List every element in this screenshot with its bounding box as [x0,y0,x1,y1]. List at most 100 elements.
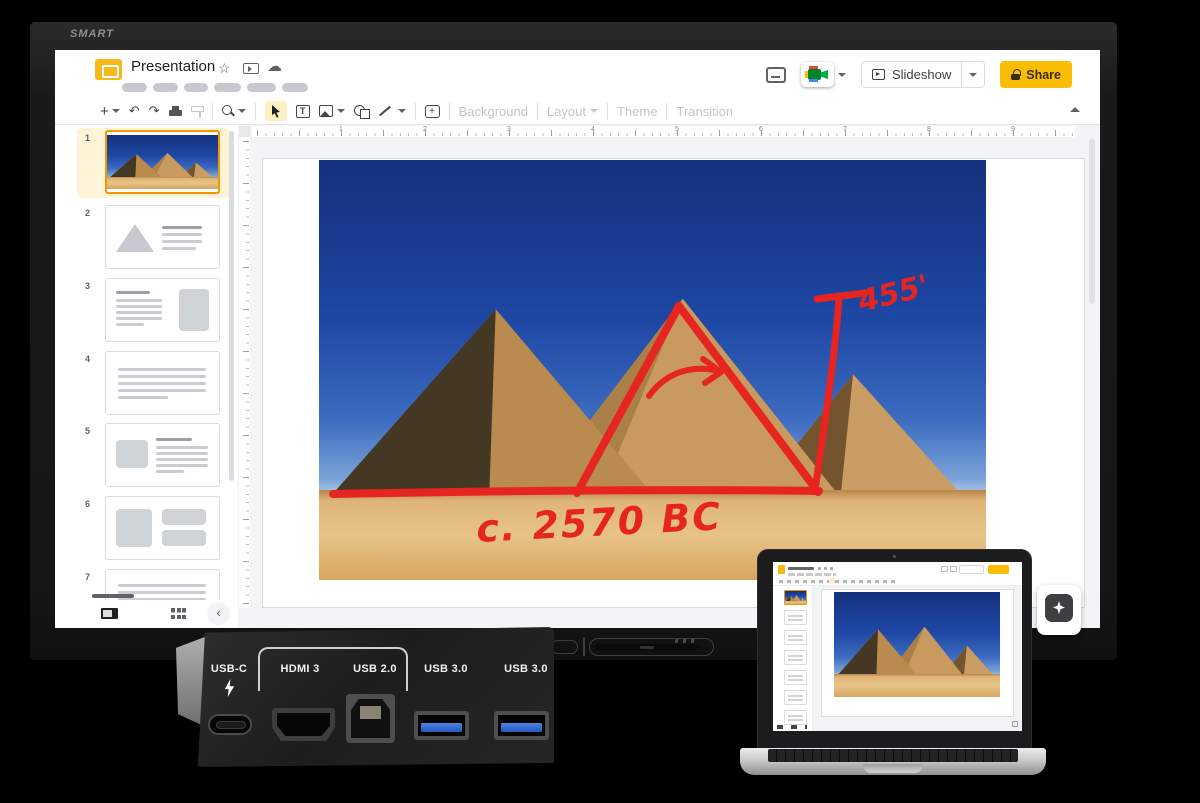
smart-ink-widget-button[interactable] [1045,594,1073,622]
menu-pill[interactable] [153,83,178,92]
menu-pill[interactable] [122,83,147,92]
google-slides-icon[interactable] [95,59,122,80]
zoom-button[interactable] [222,105,246,117]
slide-thumbnail-6[interactable]: 6 [77,494,231,564]
hdmi-port [272,708,335,741]
mini-menu-bar [788,573,836,576]
star-icon[interactable]: ☆ [218,60,231,76]
mini-toolbar [773,577,1022,586]
thumbnail-preview[interactable] [105,423,220,487]
hide-menus-button[interactable] [1070,107,1080,112]
filmstrip-scrollbar[interactable] [229,131,234,481]
ink-caption: c. 2570 BC [475,494,723,551]
slideshow-button[interactable]: Slideshow [861,61,985,88]
slide-thumbnail-1[interactable]: 1 [77,128,231,198]
lock-icon [1011,69,1020,80]
mini-meet-icon [950,566,957,572]
slideshow-label: Slideshow [892,67,951,82]
smart-ink-annotations: 455' c. 2570 BC [319,160,986,580]
filmstrip-hscrollbar[interactable] [92,594,134,598]
background-button[interactable]: Background [459,104,528,119]
canvas-scrollbar[interactable] [1089,139,1095,304]
mini-pyramids-photo [834,592,1000,697]
mini-thumbnail [784,690,807,705]
slide-thumbnail-4[interactable]: 4 [77,349,231,419]
insert-shape-button[interactable] [354,105,369,118]
laptop-screen-bezel [758,550,1031,750]
laptop-camera [893,555,896,558]
usb3-label-1: USB 3.0 [424,663,468,675]
thumbnail-preview[interactable] [105,496,220,560]
slide-thumbnail-5[interactable]: 5 [77,421,231,491]
new-slide-button[interactable]: + [100,103,120,120]
slide-number: 1 [85,133,90,143]
paint-format-button[interactable] [191,106,203,117]
pen-tray-slot [551,640,578,654]
mini-slides-icon [778,565,785,574]
filmstrip-view-icon[interactable] [101,608,118,619]
redo-button[interactable]: ↷ [149,103,160,119]
meet-button[interactable] [801,62,846,87]
mini-canvas [813,586,1022,731]
thumbnail-preview[interactable] [105,278,220,342]
usb-c-label: USB-C [211,663,247,675]
present-icon [872,69,885,80]
insert-line-button[interactable] [378,109,406,113]
mini-thumbnail [784,630,807,645]
slide-number: 6 [85,499,90,509]
grid-view-icon[interactable] [171,608,186,619]
thumbnail-preview[interactable] [105,351,220,415]
slide-thumbnail-2[interactable]: 2 [77,203,231,273]
slide-number: 3 [85,281,90,291]
insert-image-button[interactable] [319,105,345,117]
chevron-down-icon[interactable] [838,73,846,77]
move-folder-icon[interactable] [243,63,259,74]
thumbnail-preview[interactable] [105,130,220,194]
mini-slideshow-button [959,565,984,574]
select-tool-button[interactable] [265,101,287,121]
mini-thumbnail [784,650,807,665]
menu-pill[interactable] [184,83,208,92]
ink-star-icon [1053,601,1065,614]
comment-history-icon[interactable] [766,67,786,83]
share-button[interactable]: Share [1000,61,1072,88]
usb-a-3-port [494,711,549,740]
collapse-filmstrip-button[interactable]: ‹ [207,602,230,625]
slides-toolbar: + ↶ ↷ T [55,98,1100,125]
mini-document-title [788,567,814,570]
thumbnail-preview[interactable] [105,205,220,269]
theme-button[interactable]: Theme [617,104,657,119]
menu-pill[interactable] [214,83,241,92]
stylus-pen[interactable] [595,644,703,651]
menu-pill[interactable] [247,83,276,92]
text-box-button[interactable]: T [296,105,310,118]
document-title[interactable]: Presentation [131,58,215,75]
marketing-composite: SMART Presentation ☆ ☁ [0,0,1200,803]
slide-thumbnail-3[interactable]: 3 [77,276,231,346]
slide-number: 4 [85,354,90,364]
panel-face: USB-C HDMI 3 USB 2.0 USB 3.0 USB 3.0 [196,627,554,767]
connector-panel: USB-C HDMI 3 USB 2.0 USB 3.0 USB 3.0 [176,627,554,767]
mini-share-button [988,565,1009,574]
undo-button[interactable]: ↶ [129,103,140,119]
menu-pill[interactable] [282,83,308,92]
insert-comment-button[interactable]: + [425,105,440,118]
pyramids-photo[interactable]: 455' c. 2570 BC [319,160,986,580]
mini-thumbnail [784,670,807,685]
slides-header: Presentation ☆ ☁ [55,50,1100,98]
layout-button[interactable]: Layout [547,104,598,119]
mini-slide-page [821,589,1014,717]
transition-button[interactable]: Transition [676,104,733,119]
slide-number: 2 [85,208,90,218]
laptop-base [740,748,1046,775]
slide-number: 5 [85,426,90,436]
mini-thumbnail-1 [784,590,807,605]
ink-triangle-right [679,306,818,492]
print-button[interactable] [169,106,182,117]
mini-thumbnail [784,610,807,625]
smart-ink-widget-card [1037,585,1081,635]
share-label: Share [1026,68,1061,82]
slideshow-options-dropdown[interactable] [962,73,984,77]
smart-logo: SMART [70,28,114,40]
ink-height-line [815,297,839,491]
